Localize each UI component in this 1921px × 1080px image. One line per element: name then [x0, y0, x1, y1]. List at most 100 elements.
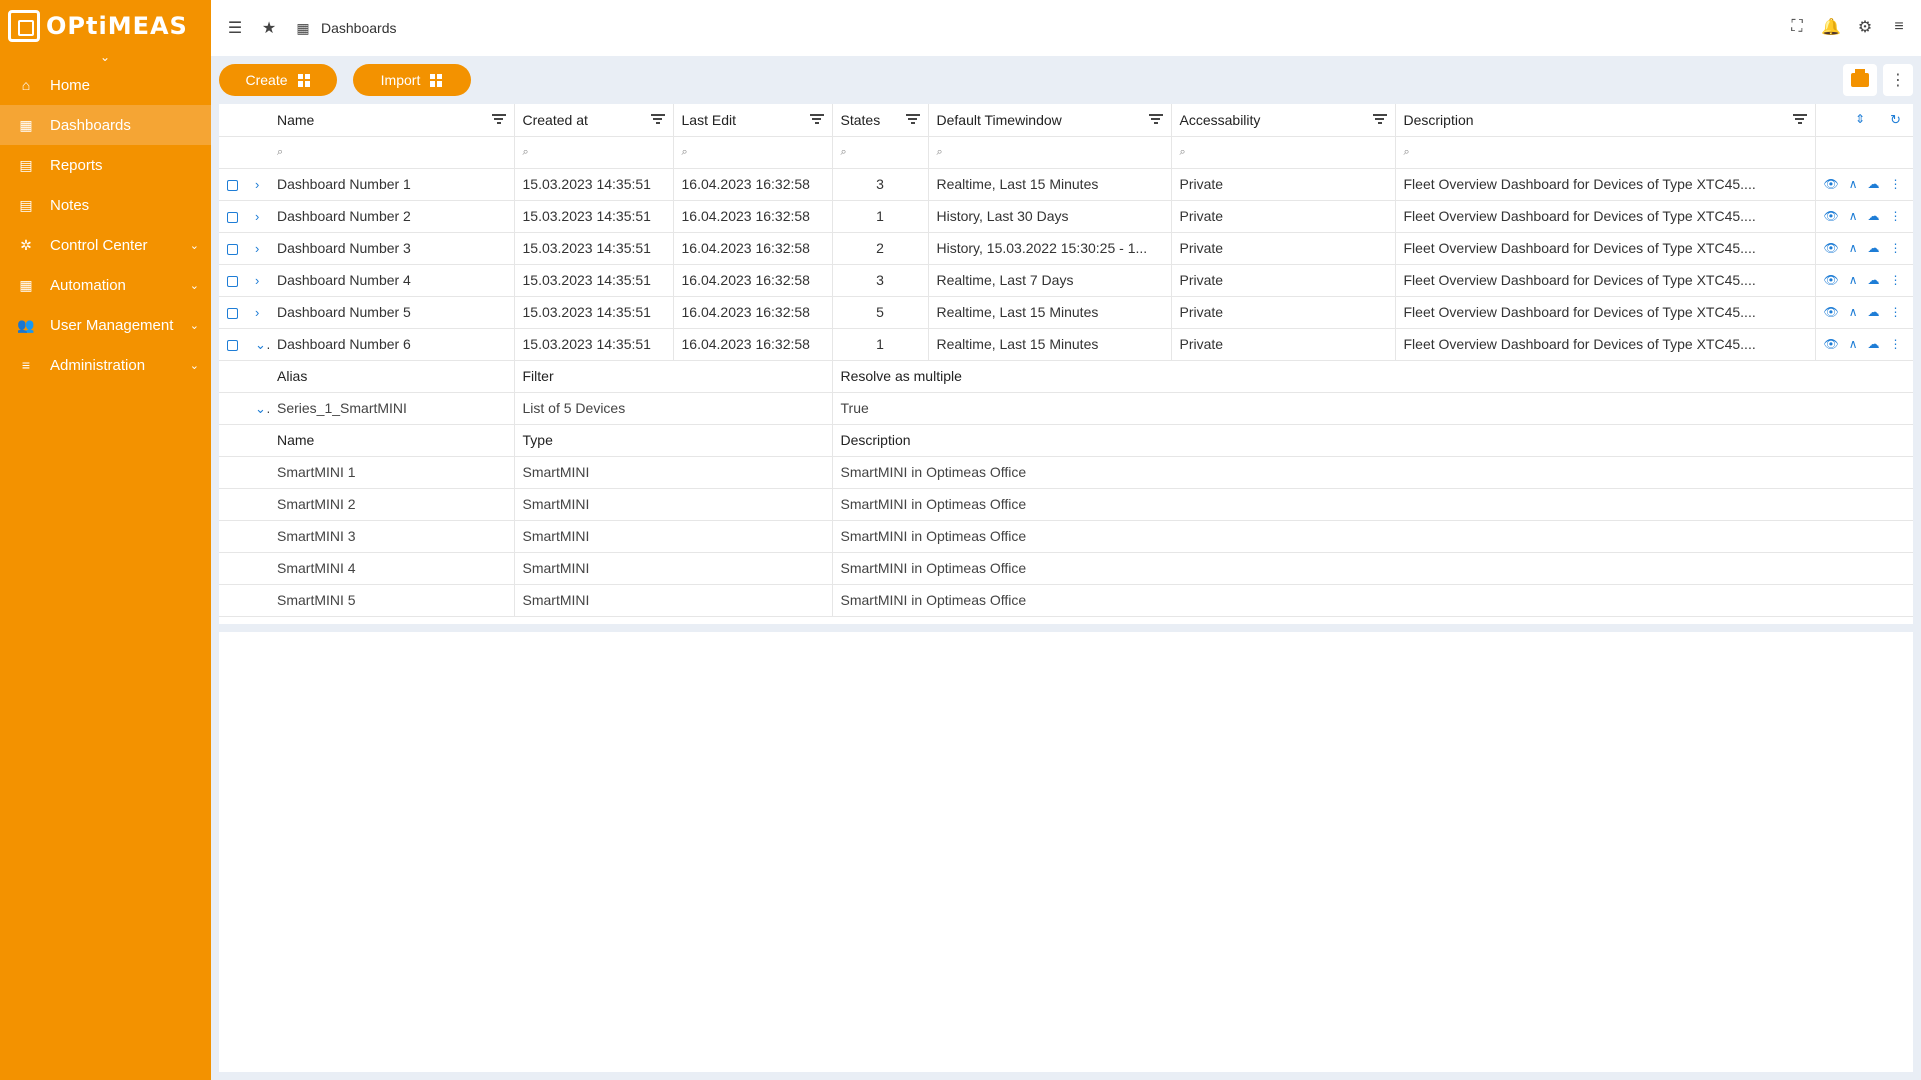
- device-row[interactable]: SmartMINI 1 SmartMINI SmartMINI in Optimea…: [219, 456, 1913, 489]
- sidebar-item-control-center[interactable]: ✲ Control Center ⌄: [0, 225, 211, 265]
- print-button[interactable]: [1843, 64, 1877, 96]
- sidebar-item-automation[interactable]: ▦ Automation ⌄: [0, 265, 211, 305]
- chevron-up-icon[interactable]: ∧: [1849, 241, 1858, 255]
- eye-icon[interactable]: 👁: [1824, 305, 1839, 319]
- cloud-upload-icon[interactable]: ☁: [1868, 337, 1880, 351]
- sidebar-toggle-icon[interactable]: ☰: [225, 18, 245, 38]
- more-icon[interactable]: ⋮: [1890, 273, 1902, 287]
- chevron-right-icon[interactable]: ›: [255, 305, 259, 320]
- device-row[interactable]: SmartMINI 4 SmartMINI SmartMINI in Optimea…: [219, 552, 1913, 585]
- column-header-last-edit[interactable]: Last Edit: [673, 104, 833, 137]
- eye-icon[interactable]: 👁: [1824, 337, 1839, 351]
- chevron-down-icon[interactable]: ⌄: [190, 279, 199, 292]
- column-header-description[interactable]: Description: [1395, 104, 1816, 137]
- filter-icon[interactable]: [1372, 114, 1387, 124]
- chevron-up-icon[interactable]: ∧: [1849, 177, 1858, 191]
- create-button[interactable]: Create: [219, 64, 337, 96]
- device-row[interactable]: SmartMINI 2 SmartMINI SmartMINI in Optimea…: [219, 488, 1913, 521]
- table-row[interactable]: › Dashboard Number 4 15.03.2023 14:35:51 16…: [219, 264, 1913, 297]
- search-icon[interactable]: ⌕: [1395, 136, 1816, 169]
- chevron-down-icon[interactable]: ⌄: [190, 319, 199, 332]
- cloud-upload-icon[interactable]: ☁: [1868, 209, 1880, 223]
- chevron-down-icon[interactable]: ⌄: [190, 239, 199, 252]
- table-row[interactable]: › Dashboard Number 1 15.03.2023 14:35:51 16…: [219, 168, 1913, 201]
- filter-icon[interactable]: [1792, 114, 1807, 124]
- chevron-right-icon[interactable]: ›: [255, 177, 259, 192]
- column-header-access[interactable]: Accessability: [1171, 104, 1396, 137]
- chevron-down-icon[interactable]: ⌄: [255, 336, 269, 352]
- device-row[interactable]: SmartMINI 3 SmartMINI SmartMINI in Optimea…: [219, 520, 1913, 553]
- chevron-up-icon[interactable]: ∧: [1849, 305, 1858, 319]
- gear-icon[interactable]: ⚙: [1855, 17, 1875, 37]
- column-header-name[interactable]: Name: [269, 104, 515, 137]
- table-row[interactable]: › Dashboard Number 3 15.03.2023 14:35:51 16…: [219, 232, 1913, 265]
- cloud-upload-icon[interactable]: ☁: [1868, 305, 1880, 319]
- sidebar-item-reports[interactable]: ▤ Reports: [0, 145, 211, 185]
- eye-icon[interactable]: 👁: [1824, 177, 1839, 191]
- column-header-timewindow[interactable]: Default Timewindow: [928, 104, 1172, 137]
- chevron-up-icon[interactable]: ∧: [1849, 273, 1858, 287]
- eye-icon[interactable]: 👁: [1824, 273, 1839, 287]
- more-icon[interactable]: ⋮: [1890, 305, 1902, 319]
- cloud-upload-icon[interactable]: ☁: [1868, 273, 1880, 287]
- import-button[interactable]: Import: [353, 64, 471, 96]
- search-icon[interactable]: ⌕: [1171, 136, 1396, 169]
- chevron-right-icon[interactable]: ›: [255, 241, 259, 256]
- cloud-upload-icon[interactable]: ☁: [1868, 241, 1880, 255]
- logo[interactable]: OPtiMEAS: [0, 0, 211, 52]
- more-icon[interactable]: ⋮: [1890, 177, 1902, 191]
- device-row[interactable]: SmartMINI 5 SmartMINI SmartMINI in Optimea…: [219, 584, 1913, 617]
- more-icon[interactable]: ⋮: [1890, 209, 1902, 223]
- sidebar-item-user-management[interactable]: 👥 User Management ⌄: [0, 305, 211, 345]
- search-icon[interactable]: ⌕: [514, 136, 674, 169]
- filter-icon[interactable]: [1148, 114, 1163, 124]
- filter-icon[interactable]: [809, 114, 824, 124]
- eye-icon[interactable]: 👁: [1824, 209, 1839, 223]
- chevron-up-icon[interactable]: ∧: [1849, 337, 1858, 351]
- row-checkbox[interactable]: [227, 243, 238, 255]
- more-options-button[interactable]: ⋮: [1883, 64, 1913, 96]
- sidebar-item-dashboards[interactable]: ▦ Dashboards: [0, 105, 211, 145]
- breadcrumb-label[interactable]: Dashboards: [321, 20, 397, 36]
- more-icon[interactable]: ⋮: [1890, 241, 1902, 255]
- chevron-right-icon[interactable]: ›: [255, 273, 259, 288]
- column-header-states[interactable]: States: [832, 104, 929, 137]
- row-checkbox[interactable]: [227, 211, 238, 223]
- refresh-icon[interactable]: ↻: [1890, 112, 1901, 128]
- chevron-down-icon[interactable]: ⌄: [190, 359, 199, 372]
- table-row[interactable]: ⌄ Dashboard Number 6 15.03.2023 14:35:51 16…: [219, 328, 1913, 361]
- search-icon[interactable]: ⌕: [673, 136, 833, 169]
- search-icon[interactable]: ⌕: [832, 136, 929, 169]
- chevron-up-icon[interactable]: ∧: [1849, 209, 1858, 223]
- filter-icon[interactable]: [491, 114, 506, 124]
- sidebar-item-home[interactable]: ⌂ Home: [0, 65, 211, 105]
- sidebar-item-administration[interactable]: ≡ Administration ⌄: [0, 345, 211, 385]
- chevron-right-icon[interactable]: ›: [255, 209, 259, 224]
- chevron-down-icon[interactable]: ⌄: [255, 400, 269, 416]
- home-icon: ⌂: [21, 77, 31, 93]
- more-icon[interactable]: ⋮: [1890, 337, 1902, 351]
- spacer: ⌄: [247, 392, 269, 425]
- row-checkbox[interactable]: [227, 179, 238, 191]
- filter-icon[interactable]: [650, 114, 665, 124]
- filter-icon[interactable]: [905, 114, 920, 124]
- menu-icon[interactable]: ≡: [1889, 17, 1909, 37]
- alias-row[interactable]: ⌄ Series_1_SmartMINI List of 5 Devices True: [219, 392, 1913, 425]
- row-checkbox[interactable]: [227, 307, 238, 319]
- star-icon[interactable]: ★: [259, 18, 279, 38]
- table-row[interactable]: › Dashboard Number 2 15.03.2023 14:35:51 16…: [219, 200, 1913, 233]
- row-checkbox[interactable]: [227, 275, 238, 287]
- search-icon[interactable]: ⌕: [269, 136, 515, 169]
- breadcrumb: ▦ Dashboards: [293, 18, 397, 38]
- chevron-down-icon[interactable]: ⌄: [100, 50, 110, 64]
- fullscreen-icon[interactable]: ⛶: [1787, 17, 1807, 37]
- cloud-upload-icon[interactable]: ☁: [1868, 177, 1880, 191]
- column-header-created[interactable]: Created at: [514, 104, 674, 137]
- row-checkbox[interactable]: [227, 339, 238, 351]
- sidebar-item-notes[interactable]: ▤ Notes: [0, 185, 211, 225]
- search-icon[interactable]: ⌕: [928, 136, 1172, 169]
- eye-icon[interactable]: 👁: [1824, 241, 1839, 255]
- table-row[interactable]: › Dashboard Number 5 15.03.2023 14:35:51 16…: [219, 296, 1913, 329]
- collapse-all-icon[interactable]: ⇕: [1855, 112, 1865, 126]
- bell-icon[interactable]: 🔔: [1821, 17, 1841, 37]
